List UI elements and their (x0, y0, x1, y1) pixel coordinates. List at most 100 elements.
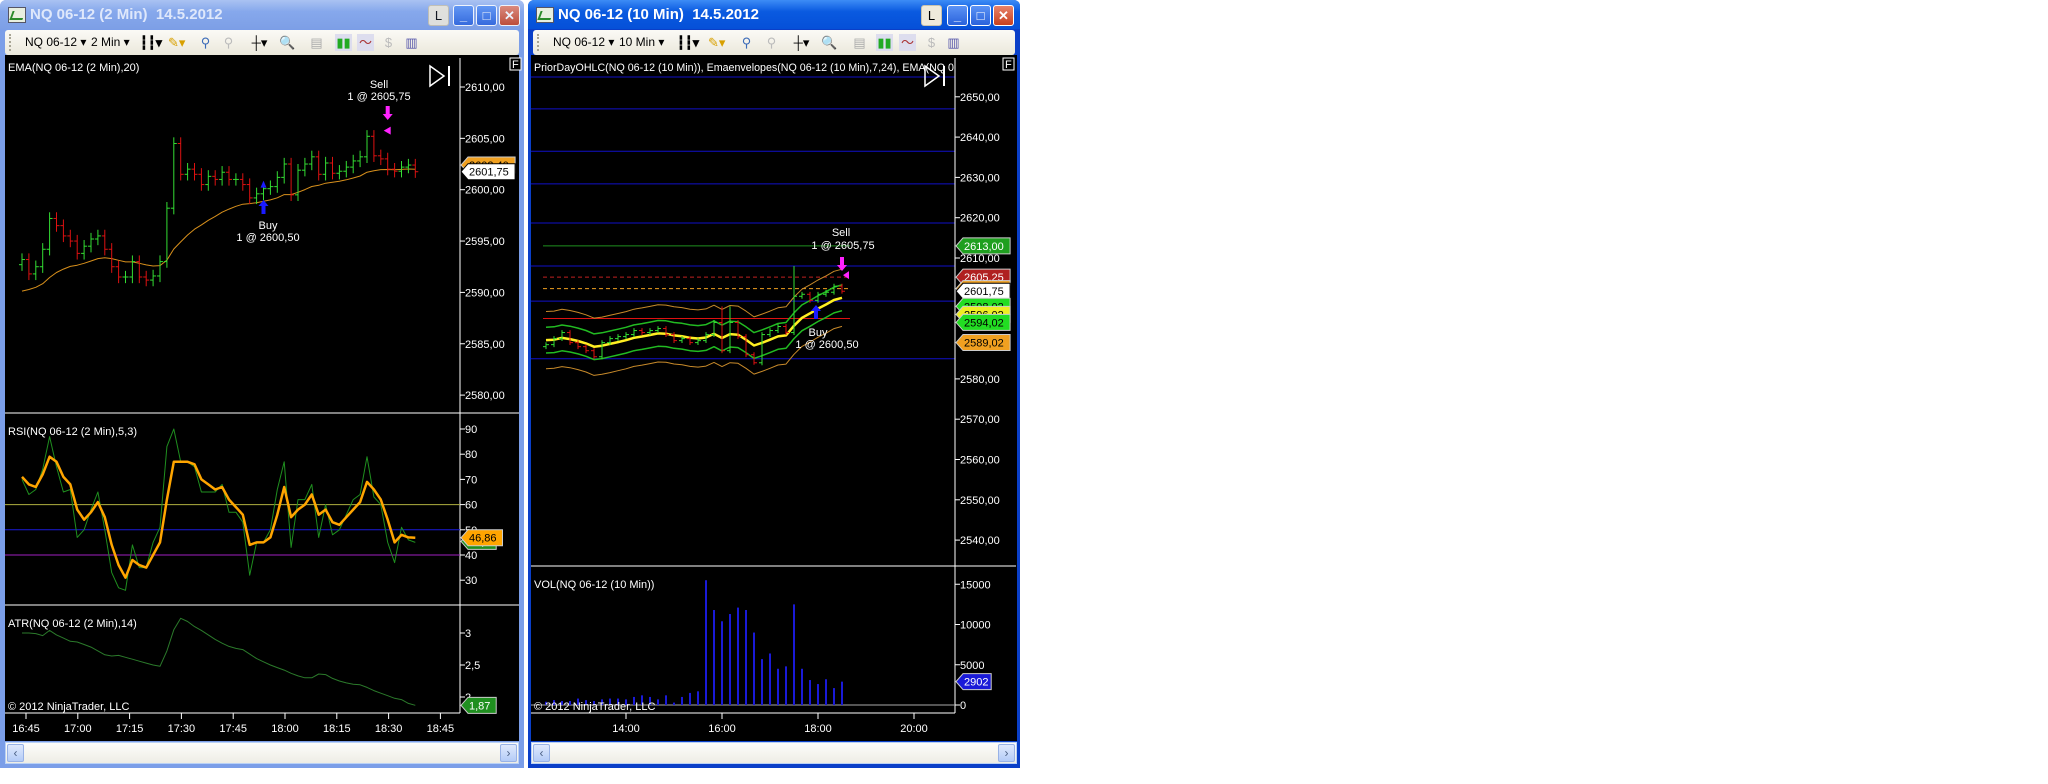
price-axis-tick-label: 2605,00 (465, 133, 505, 145)
price-bar (81, 240, 88, 260)
price-bar (631, 328, 637, 337)
rsi-tag-label: 46,86 (469, 533, 497, 545)
time-tick-label: 18:00 (804, 723, 832, 735)
rsi-axis-tick-label: 60 (465, 500, 477, 512)
rsi-indicator-label: RSI(NQ 06-12 (2 Min),5,3) (8, 426, 137, 438)
time-tick-label: 17:45 (219, 723, 247, 735)
copyright-label: © 2012 NinjaTrader, LLC (534, 701, 655, 713)
atr-axis-tick-label: 2,5 (465, 660, 480, 672)
time-tick-label: 18:30 (375, 723, 403, 735)
price-bar (308, 150, 315, 171)
price-bar (412, 158, 419, 178)
price-bar (591, 348, 597, 360)
price-bar (767, 328, 773, 337)
price-tag-label: 2613,00 (964, 241, 1004, 253)
price-bar (322, 156, 329, 181)
jump-to-end-icon[interactable] (429, 64, 450, 88)
price-bar (184, 162, 191, 181)
volume-bar (825, 679, 827, 705)
sell-detail: 1 @ 2605,75 (811, 240, 874, 252)
volume-bar (793, 604, 795, 705)
volume-bar (657, 699, 659, 705)
price-bar (212, 170, 219, 186)
envelope-outer-upper-line (545, 268, 843, 319)
price-bar (831, 283, 837, 295)
price-axis-tick-label: 2650,00 (960, 92, 1000, 104)
sell-detail: 1 @ 2605,75 (347, 91, 410, 103)
price-bar (775, 324, 781, 333)
rsi-axis-tick-label: 90 (465, 424, 477, 436)
price-axis-tick-label: 2560,00 (960, 455, 1000, 467)
volume-axis-tick-label: 0 (960, 700, 966, 712)
price-bar (88, 232, 94, 253)
volume-bar (769, 653, 771, 705)
price-indicators-label: PriorDayOHLC(NQ 06-12 (10 Min)), Emaenve… (534, 62, 954, 74)
price-bar (543, 342, 549, 350)
price-bar (370, 130, 377, 162)
volume-axis-tick-label: 5000 (960, 660, 984, 672)
volume-bar (665, 695, 667, 705)
rsi-axis-tick-label: 40 (465, 550, 477, 562)
svg-text:F: F (512, 59, 519, 71)
f-button[interactable]: F (1002, 57, 1015, 71)
f-button[interactable]: F (509, 57, 522, 71)
atr-axis-tick-label: 3 (465, 628, 471, 640)
price-bar (274, 171, 281, 193)
sell-fill-marker-icon (843, 271, 849, 280)
time-tick-label: 18:00 (271, 723, 299, 735)
time-tick-label: 17:30 (168, 723, 196, 735)
buy-detail: 1 @ 2600,50 (795, 339, 858, 351)
copyright-label: © 2012 NinjaTrader, LLC (8, 701, 129, 713)
price-bar (46, 212, 53, 256)
price-axis-tick-label: 2540,00 (960, 535, 1000, 547)
price-bar (350, 154, 357, 174)
rsi-raw-line (21, 428, 416, 591)
price-bar (53, 212, 60, 232)
price-bar (60, 219, 67, 243)
price-bar (19, 253, 25, 271)
time-tick-label: 17:00 (64, 723, 92, 735)
price-bar (615, 334, 621, 342)
rsi-axis-tick-label: 80 (465, 449, 477, 461)
price-bar (364, 130, 370, 163)
price-bar (384, 152, 391, 176)
price-bar (191, 162, 198, 181)
price-bar (639, 328, 645, 335)
left-charts: 2610,00 2605,00 2600,00 2595,00 2590,00 2585,… (5, 58, 519, 735)
sell-fill-marker-icon (383, 126, 391, 135)
buy-fill-marker-icon (260, 180, 267, 188)
price-bar (357, 150, 364, 168)
time-tick-label: 18:45 (427, 723, 455, 735)
buy-label: Buy (809, 327, 828, 339)
price-bar (226, 166, 232, 186)
price-bar (336, 165, 343, 180)
right-charts: 2650,00 2640,00 2630,00 2620,00 2610,00 2580,… (531, 58, 1016, 735)
price-bar (143, 270, 150, 287)
price-bar (301, 157, 308, 177)
volume-bar (753, 632, 755, 705)
price-bar (343, 160, 350, 178)
price-bar (377, 149, 384, 166)
volume-bar (777, 668, 779, 705)
price-bar (101, 229, 108, 256)
price-bar (219, 166, 226, 186)
volume-bar (697, 691, 699, 705)
price-bar (551, 336, 557, 348)
volume-bar (681, 696, 683, 705)
sell-label: Sell (832, 227, 850, 239)
price-bar (198, 168, 205, 191)
volume-bar (737, 607, 739, 705)
price-axis-tick-label: 2640,00 (960, 132, 1000, 144)
price-bar (205, 170, 212, 191)
volume-bar (673, 702, 675, 705)
price-bar (25, 253, 32, 281)
price-bar (67, 229, 74, 248)
time-tick-label: 16:45 (12, 723, 40, 735)
volume-bar (713, 610, 715, 705)
price-axis-tick-label: 2585,00 (465, 339, 505, 351)
price-bar (74, 234, 81, 260)
buy-label: Buy (259, 220, 278, 232)
volume-bar (705, 580, 707, 705)
volume-bar (785, 666, 787, 705)
price-bar (136, 255, 143, 284)
